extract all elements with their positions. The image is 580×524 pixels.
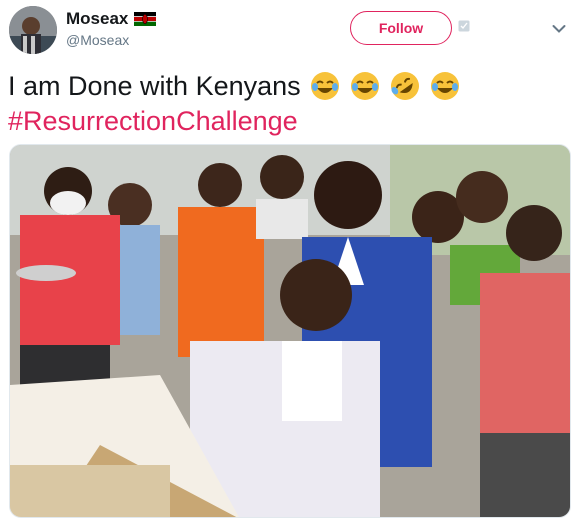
avatar[interactable] — [9, 6, 57, 54]
display-name-row[interactable]: Moseax — [66, 9, 157, 29]
chevron-down-icon[interactable] — [552, 24, 566, 34]
user-handle[interactable]: @Moseax — [66, 32, 129, 48]
tweet-photo[interactable] — [9, 144, 571, 518]
info-icon — [458, 20, 470, 32]
face-with-tears-of-joy-icon — [350, 72, 379, 100]
tweet-text: I am Done with Kenyans — [8, 70, 301, 101]
follow-button[interactable]: Follow — [350, 11, 452, 45]
face-with-tears-of-joy-icon — [310, 72, 339, 100]
rolling-on-floor-laughing-icon — [390, 72, 419, 100]
tweet-text-row: I am Done with Kenyans — [8, 70, 461, 102]
face-with-tears-of-joy-icon — [430, 72, 459, 100]
hashtag-link[interactable]: #ResurrectionChallenge — [8, 106, 298, 137]
display-name[interactable]: Moseax — [66, 9, 128, 29]
kenya-flag-icon — [134, 12, 157, 26]
